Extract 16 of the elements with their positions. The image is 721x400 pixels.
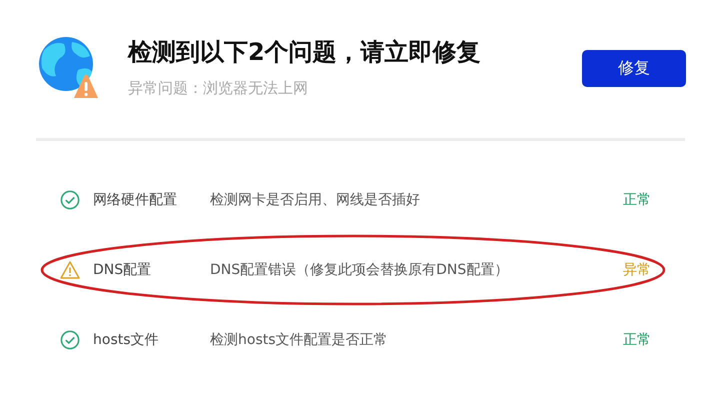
check-name: hosts文件 xyxy=(93,330,160,350)
check-description: DNS配置错误（修复此项会替换原有DNS配置） xyxy=(210,260,510,280)
globe-warning-icon xyxy=(38,36,98,100)
check-status: 正常 xyxy=(623,190,651,210)
check-status: 正常 xyxy=(623,330,651,350)
check-name: DNS配置 xyxy=(93,260,152,280)
check-name: 网络硬件配置 xyxy=(93,190,178,210)
check-description: 检测hosts文件配置是否正常 xyxy=(210,330,389,350)
check-circle-icon xyxy=(60,330,80,350)
check-status: 异常 xyxy=(623,260,651,280)
warning-icon xyxy=(60,261,80,279)
repair-button[interactable]: 修复 xyxy=(582,50,686,86)
check-circle-icon xyxy=(60,190,80,210)
check-description: 检测网卡是否启用、网线是否插好 xyxy=(210,190,421,210)
page-title: 检测到以下2个问题，请立即修复 xyxy=(128,36,482,67)
problem-summary: 异常问题：浏览器无法上网 xyxy=(128,78,309,99)
